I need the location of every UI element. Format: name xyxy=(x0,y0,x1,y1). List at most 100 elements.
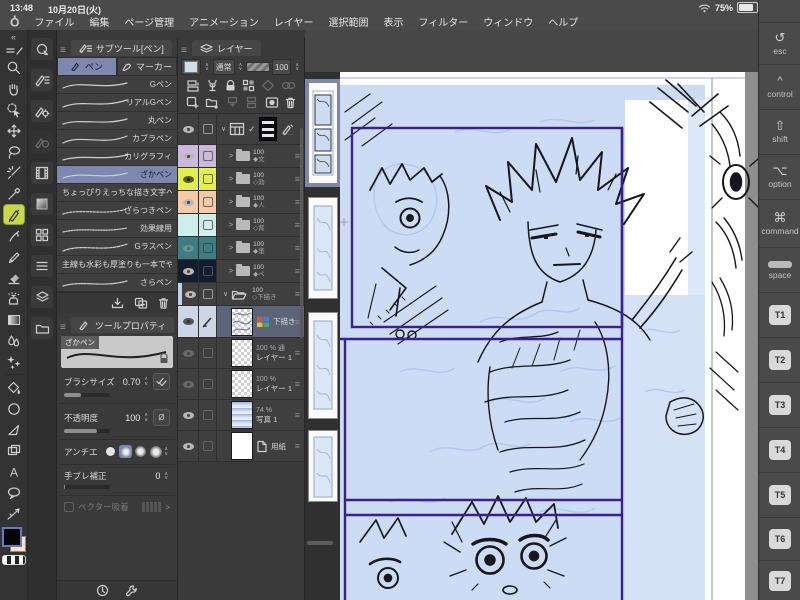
layer-row-page-manager[interactable]: ∨ ✓ xyxy=(178,114,304,145)
merge-down-icon[interactable] xyxy=(245,96,258,109)
collapse-chevron-icon[interactable]: ∨ xyxy=(221,125,226,133)
tool-property-menu-icon[interactable]: ≡ xyxy=(60,322,66,333)
clip-to-layer-icon[interactable] xyxy=(186,79,200,92)
layer-checkbox[interactable] xyxy=(199,283,217,305)
tool-move[interactable] xyxy=(3,120,25,141)
key-t5[interactable]: T5 xyxy=(759,472,800,517)
tonal-correction-icon[interactable] xyxy=(206,79,219,92)
layer-menu-icon[interactable]: ≡ xyxy=(295,410,300,420)
brush-preview[interactable]: ざかペン xyxy=(61,336,173,368)
visibility-toggle[interactable] xyxy=(178,338,199,368)
opacity-stepper[interactable]: ∧ ∨ xyxy=(144,413,148,422)
layer-checkbox[interactable] xyxy=(199,369,217,399)
layer-row[interactable]: 100 % レイヤー 1 ≡ xyxy=(178,369,304,400)
tab-marker[interactable]: マーカー xyxy=(117,57,177,76)
key-shift[interactable]: ⇧ shift xyxy=(759,109,800,154)
antialias-strong[interactable] xyxy=(149,445,162,458)
tool-frame-border[interactable] xyxy=(3,440,25,461)
layer-panel-menu-icon[interactable]: ≡ xyxy=(181,45,187,56)
visibility-toggle[interactable] xyxy=(178,145,199,167)
main-color-swatch[interactable] xyxy=(1,527,22,547)
pen-item[interactable]: ざらつきペン xyxy=(57,202,177,220)
layer-checkbox[interactable] xyxy=(199,400,217,430)
tool-balloon[interactable] xyxy=(3,482,25,503)
key-t3[interactable]: T3 xyxy=(759,382,800,427)
sub-tool-detail-palette-icon[interactable] xyxy=(31,255,53,277)
key-esc[interactable]: ↺ esc xyxy=(759,22,800,64)
lock-icon[interactable] xyxy=(159,353,169,364)
layer-palette-icon[interactable] xyxy=(31,286,53,308)
menu-layer[interactable]: レイヤー xyxy=(274,14,314,29)
key-t6[interactable]: T6 xyxy=(759,517,800,560)
delete-layer-icon[interactable] xyxy=(285,96,296,109)
layer-row-folder[interactable]: > 100 ◇効 ≡ xyxy=(178,168,304,191)
antialias-none[interactable] xyxy=(104,445,117,458)
layer-row-photo[interactable]: 74 % 写真 1 ≡ xyxy=(178,400,304,431)
brush-size-palette-icon[interactable] xyxy=(31,131,53,153)
stabilization-value[interactable]: 0 xyxy=(155,471,160,481)
tool-figure[interactable] xyxy=(3,398,25,419)
tool-fill[interactable] xyxy=(3,377,25,398)
tool-inking-pen[interactable] xyxy=(3,225,25,246)
expand-chevron-icon[interactable]: > xyxy=(229,245,233,252)
visibility-toggle[interactable] xyxy=(178,260,199,282)
layer-menu-icon[interactable]: ≡ xyxy=(295,348,300,358)
key-command[interactable]: ⌘ command xyxy=(759,199,800,247)
clip-studio-logo-icon[interactable]: Ϙ xyxy=(10,15,19,29)
page-thumbnail-3[interactable] xyxy=(308,312,338,419)
key-option[interactable]: ⌥ option xyxy=(759,154,800,199)
tool-text[interactable]: A xyxy=(3,461,25,482)
layer-row-folder-open[interactable]: ∨ 100 ◇下描き ≡ xyxy=(178,283,304,306)
toolbox-menu-icon[interactable] xyxy=(3,44,25,57)
key-t7[interactable]: T7 xyxy=(759,560,800,600)
visibility-toggle[interactable] xyxy=(178,306,199,337)
layer-opacity-stepper[interactable]: ∧ ∨ xyxy=(295,62,299,72)
reference-layer-icon[interactable] xyxy=(261,79,275,92)
opacity-value[interactable]: 100 xyxy=(125,413,140,423)
tool-gradient[interactable] xyxy=(3,309,25,330)
pen-item[interactable]: ちょっぴりえっちな描き文字ヘ xyxy=(57,184,177,202)
tool-stream-line[interactable] xyxy=(3,503,25,524)
tool-eyedropper[interactable] xyxy=(3,183,25,204)
layer-row-folder[interactable]: > 100 ◇背 ≡ xyxy=(178,214,304,237)
key-t2[interactable]: T2 xyxy=(759,337,800,382)
tool-eraser[interactable] xyxy=(3,267,25,288)
layer-scrollbar[interactable] xyxy=(300,128,303,338)
pen-item[interactable]: カリグラフィ xyxy=(57,148,177,166)
tool-polyline[interactable] xyxy=(3,419,25,440)
page-thumbnail-2[interactable] xyxy=(308,197,338,299)
visibility-toggle[interactable] xyxy=(178,400,199,430)
navigator-palette-icon[interactable] xyxy=(31,38,53,60)
wrench-settings-icon[interactable] xyxy=(125,584,138,597)
tool-pencil[interactable] xyxy=(3,246,25,267)
delete-sub-tool-icon[interactable] xyxy=(158,297,169,309)
tool-airbrush[interactable] xyxy=(3,288,25,309)
menu-selection[interactable]: 選択範囲 xyxy=(328,14,368,29)
opacity-source-button[interactable]: Ø xyxy=(153,409,170,426)
layer-checkbox[interactable] xyxy=(199,168,217,190)
layer-row-folder[interactable]: > 100 ◆塗 ≡ xyxy=(178,237,304,260)
visibility-toggle[interactable] xyxy=(178,191,199,213)
tool-lasso[interactable] xyxy=(3,141,25,162)
key-space[interactable]: space xyxy=(759,247,800,292)
layer-row[interactable]: 100 % 通 レイヤー 1 ≡ xyxy=(178,338,304,369)
stabilization-stepper[interactable]: ∧ ∨ xyxy=(164,471,168,481)
layer-opacity-value[interactable]: 100 xyxy=(271,59,292,75)
antialias-middle[interactable] xyxy=(134,445,147,458)
menu-window[interactable]: ウィンドウ xyxy=(483,14,533,29)
layer-row-folder[interactable]: > 100 ◆ペ ≡ xyxy=(178,260,304,283)
lock-transparent-icon[interactable] xyxy=(242,79,255,92)
layer-checkbox[interactable] xyxy=(199,214,217,236)
import-sub-tool-icon[interactable] xyxy=(111,297,124,309)
sub-tool-panel-menu-icon[interactable]: ≡ xyxy=(60,45,66,56)
brush-size-slider[interactable] xyxy=(64,393,110,397)
pen-item-selected[interactable]: ざかペン xyxy=(57,166,177,184)
layer-checkbox[interactable] xyxy=(199,338,217,368)
manga-canvas-artwork[interactable] xyxy=(340,72,758,600)
layer-mask-icon[interactable] xyxy=(265,96,279,109)
expand-chevron-icon[interactable]: > xyxy=(229,268,233,275)
layer-checkbox[interactable] xyxy=(199,114,217,144)
pen-item[interactable]: 丸ペン xyxy=(57,112,177,130)
new-layer-icon[interactable] xyxy=(186,96,199,109)
key-t4[interactable]: T4 xyxy=(759,427,800,472)
